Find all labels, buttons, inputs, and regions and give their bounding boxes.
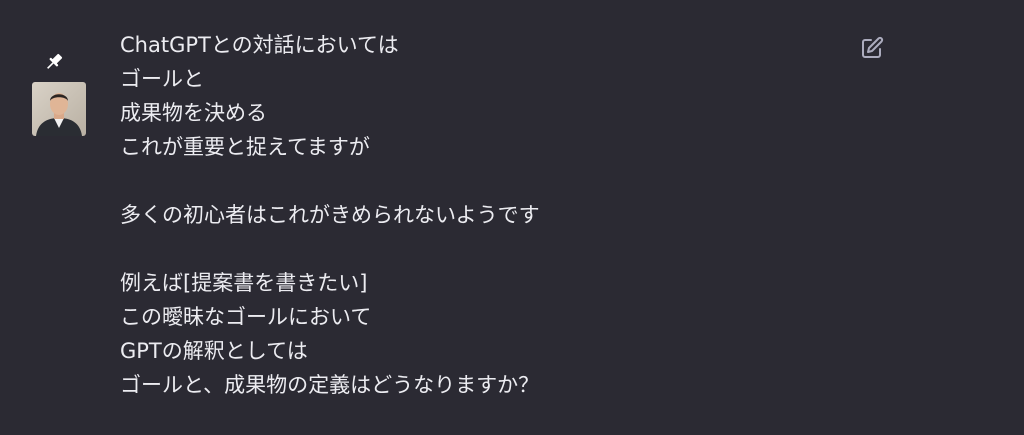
message-text: ChatGPTとの対話においては ゴールと 成果物を決める これが重要と捉えてま… bbox=[120, 28, 820, 402]
chat-message-row: ChatGPTとの対話においては ゴールと 成果物を決める これが重要と捉えてま… bbox=[0, 0, 1024, 435]
message-line: これが重要と捉えてますが bbox=[120, 135, 370, 159]
pin-icon bbox=[42, 50, 66, 74]
message-line: ゴールと bbox=[120, 67, 204, 91]
message-line: ChatGPTとの対話においては bbox=[120, 33, 399, 57]
message-line: 成果物を決める bbox=[120, 101, 267, 125]
edit-button[interactable] bbox=[860, 36, 884, 60]
edit-icon bbox=[862, 36, 884, 58]
message-line: ゴールと、成果物の定義はどうなりますか？ bbox=[120, 373, 540, 397]
message-line: GPTの解釈としては bbox=[120, 339, 308, 363]
message-line: 多くの初心者はこれがきめられないようです bbox=[120, 203, 540, 227]
user-avatar bbox=[32, 82, 86, 136]
message-line: 例えば[提案書を書きたい] bbox=[120, 271, 368, 295]
message-line: この曖昧なゴールにおいて bbox=[120, 305, 372, 329]
